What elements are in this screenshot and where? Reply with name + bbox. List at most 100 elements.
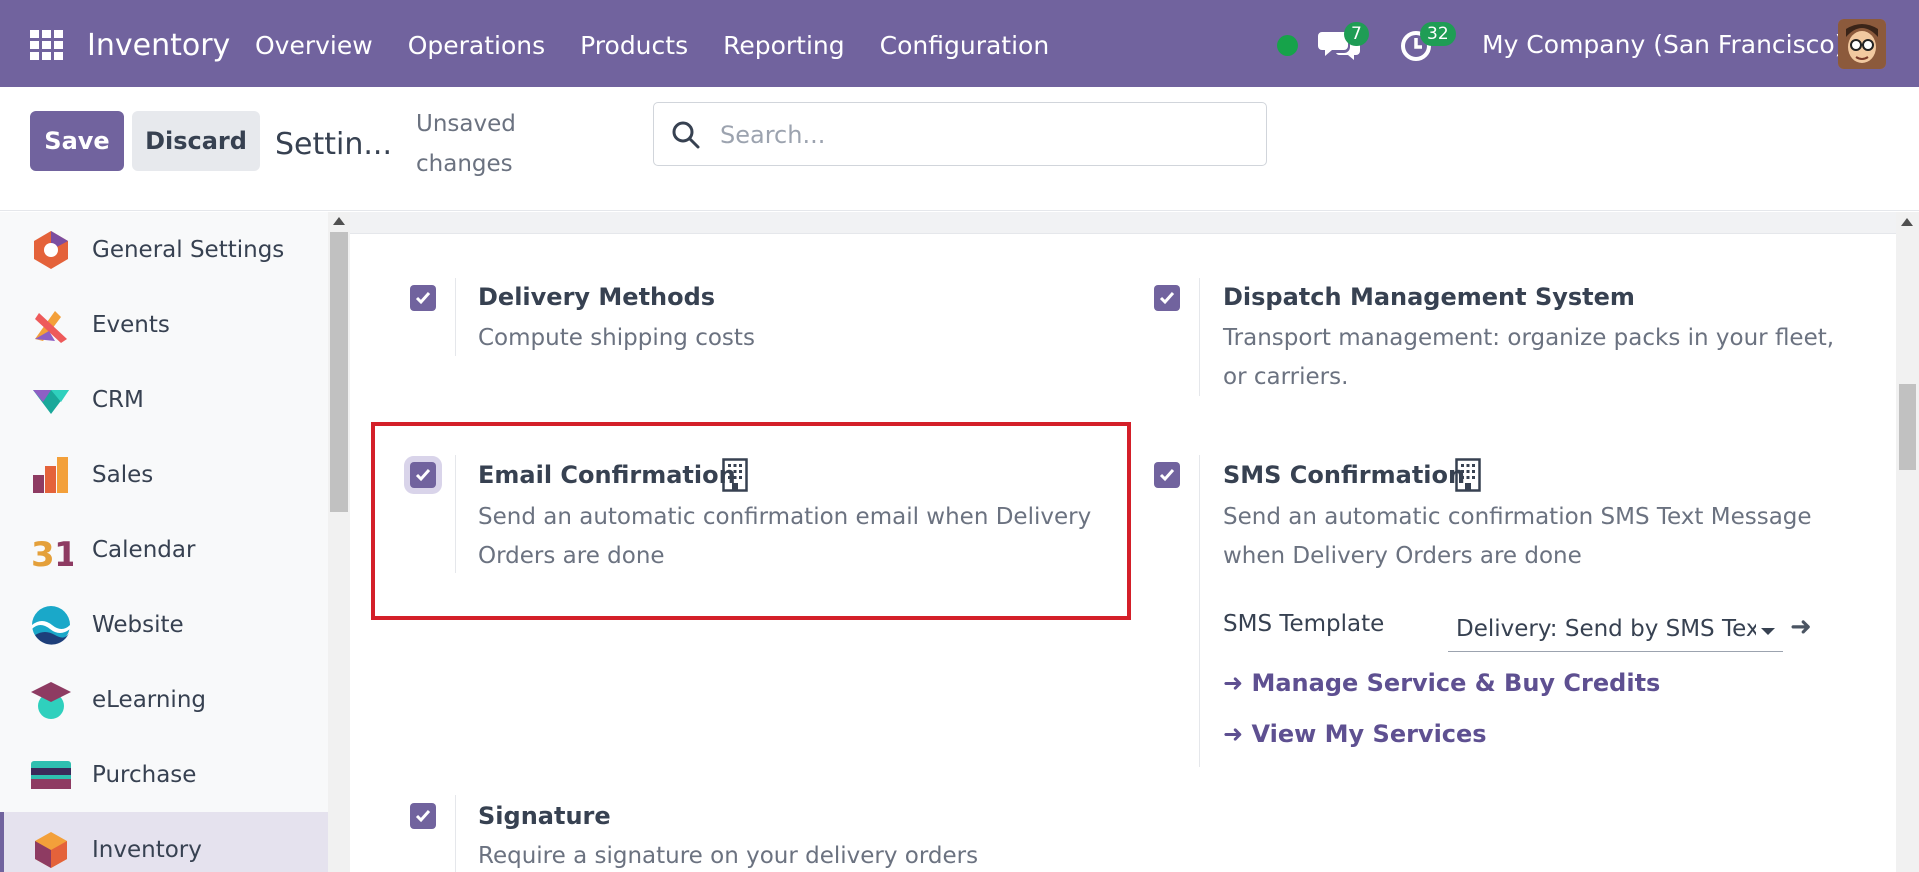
- sms-confirmation-checkbox[interactable]: [1154, 462, 1180, 488]
- checkmark-icon: [415, 469, 431, 482]
- search-input[interactable]: [720, 115, 1240, 155]
- sidebar-item-label: General Settings: [92, 236, 285, 263]
- dispatch-management-desc-line1: Transport management: organize packs in …: [1223, 325, 1835, 351]
- menu-overview[interactable]: Overview: [255, 31, 373, 60]
- sms-template-label: SMS Template: [1223, 611, 1385, 637]
- elearning-icon: [31, 681, 71, 719]
- company-building-icon: [722, 458, 748, 492]
- calendar-icon: 3 1: [31, 535, 73, 572]
- checkmark-icon: [1159, 469, 1175, 482]
- sidebar-item-label: CRM: [92, 386, 144, 413]
- sidebar-item-label: eLearning: [92, 686, 207, 713]
- section-header-band: [350, 212, 1896, 234]
- checkmark-icon: [1159, 292, 1175, 305]
- svg-text:1: 1: [54, 535, 73, 572]
- menu-configuration[interactable]: Configuration: [880, 31, 1050, 60]
- dispatch-management-desc-line2: or carriers.: [1223, 364, 1349, 390]
- breadcrumb-title: Settin...: [275, 127, 392, 162]
- sidebar-item-label: Inventory: [92, 836, 202, 863]
- events-icon: [35, 310, 67, 343]
- setting-divider: [455, 795, 456, 872]
- scroll-up-arrow-icon[interactable]: [1901, 218, 1913, 226]
- svg-text:3: 3: [31, 535, 55, 572]
- messages-count-badge: 7: [1344, 22, 1369, 46]
- email-confirmation-checkbox[interactable]: [410, 462, 436, 488]
- email-confirmation-desc-line1: Send an automatic confirmation email whe…: [478, 504, 1092, 530]
- delivery-methods-checkbox[interactable]: [410, 285, 436, 311]
- setting-divider: [455, 278, 456, 356]
- setting-divider: [455, 455, 456, 573]
- crm-icon: [33, 389, 69, 414]
- setting-divider: [1199, 455, 1200, 767]
- sales-icon: [33, 456, 68, 493]
- general-settings-icon: [34, 230, 68, 269]
- sidebar-item-general-settings[interactable]: General Settings: [0, 212, 328, 287]
- company-switcher[interactable]: My Company (San Francisco): [1482, 30, 1844, 59]
- unsaved-line-2: changes: [416, 151, 513, 177]
- online-status-icon: [1277, 35, 1298, 56]
- website-icon: [32, 605, 70, 645]
- main-scrollbar[interactable]: [1896, 212, 1919, 872]
- delivery-methods-title: Delivery Methods: [478, 283, 716, 311]
- sms-template-value: Delivery: Send by SMS Text Message: [1456, 616, 1756, 642]
- external-link-arrow-icon[interactable]: ➜: [1790, 612, 1812, 642]
- dispatch-management-title: Dispatch Management System: [1223, 283, 1635, 311]
- sms-confirmation-title: SMS Confirmation: [1223, 461, 1466, 489]
- signature-checkbox[interactable]: [410, 803, 436, 829]
- sms-confirmation-desc-line1: Send an automatic confirmation SMS Text …: [1223, 504, 1812, 530]
- purchase-icon: [31, 760, 71, 789]
- user-avatar[interactable]: [1838, 19, 1886, 69]
- sidebar-item-label: Calendar: [92, 536, 196, 563]
- menu-reporting[interactable]: Reporting: [723, 31, 845, 60]
- manage-credits-link-label: Manage Service & Buy Credits: [1251, 669, 1661, 697]
- company-building-icon: [1455, 458, 1481, 492]
- email-confirmation-desc-line2: Orders are done: [478, 543, 665, 569]
- checkmark-icon: [415, 810, 431, 823]
- sidebar-item-website[interactable]: Website: [0, 587, 328, 662]
- signature-desc: Require a signature on your delivery ord…: [478, 843, 979, 869]
- search-box: [653, 102, 1267, 166]
- inventory-icon: [35, 831, 67, 868]
- dispatch-management-checkbox[interactable]: [1154, 285, 1180, 311]
- view-services-link-label: View My Services: [1251, 720, 1487, 748]
- sms-confirmation-desc-line2: when Delivery Orders are done: [1223, 543, 1582, 569]
- sidebar-scrollbar[interactable]: [328, 212, 350, 872]
- sidebar-item-crm[interactable]: CRM: [0, 362, 328, 437]
- menu-operations[interactable]: Operations: [408, 31, 545, 60]
- manage-credits-link[interactable]: ➜ Manage Service & Buy Credits: [1223, 669, 1660, 697]
- apps-menu-icon[interactable]: [30, 30, 63, 60]
- settings-sidebar: General Settings Events CRM Sales 3 1 Ca…: [0, 212, 328, 872]
- sidebar-item-sales[interactable]: Sales: [0, 437, 328, 512]
- delivery-methods-desc: Compute shipping costs: [478, 325, 755, 351]
- sidebar-item-label: Purchase: [92, 761, 197, 788]
- sms-template-select[interactable]: Delivery: Send by SMS Text Message: [1448, 608, 1783, 652]
- activities-count-badge: 32: [1420, 22, 1456, 46]
- control-panel: Save Discard Settin... Unsaved changes: [0, 87, 1919, 211]
- sidebar-item-label: Website: [92, 611, 184, 638]
- unsaved-changes-indicator: Unsaved changes: [416, 104, 536, 184]
- sidebar-item-label: Events: [92, 311, 170, 338]
- sidebar-item-events[interactable]: Events: [0, 287, 328, 362]
- sidebar-item-purchase[interactable]: Purchase: [0, 737, 328, 812]
- sidebar-item-calendar[interactable]: 3 1 Calendar: [0, 512, 328, 587]
- chevron-down-icon[interactable]: [1761, 628, 1775, 635]
- signature-title: Signature: [478, 802, 611, 830]
- sidebar-item-inventory[interactable]: Inventory: [0, 812, 328, 872]
- top-navbar: Inventory Overview Operations Products R…: [0, 0, 1919, 87]
- sidebar-item-elearning[interactable]: eLearning: [0, 662, 328, 737]
- email-confirmation-title: Email Confirmation: [478, 461, 736, 489]
- menu-products[interactable]: Products: [580, 31, 688, 60]
- unsaved-line-1: Unsaved: [416, 111, 516, 137]
- checkmark-icon: [415, 292, 431, 305]
- scrollbar-thumb[interactable]: [1899, 384, 1916, 470]
- setting-divider: [1199, 278, 1200, 396]
- scroll-up-arrow-icon[interactable]: [333, 217, 345, 225]
- view-services-link[interactable]: ➜ View My Services: [1223, 720, 1487, 748]
- sidebar-item-label: Sales: [92, 461, 154, 488]
- search-icon: [672, 121, 700, 149]
- main-menu: Overview Operations Products Reporting C…: [255, 31, 1049, 60]
- discard-button[interactable]: Discard: [132, 111, 260, 171]
- scrollbar-thumb[interactable]: [330, 232, 348, 512]
- save-button[interactable]: Save: [30, 111, 124, 171]
- app-brand[interactable]: Inventory: [87, 28, 230, 63]
